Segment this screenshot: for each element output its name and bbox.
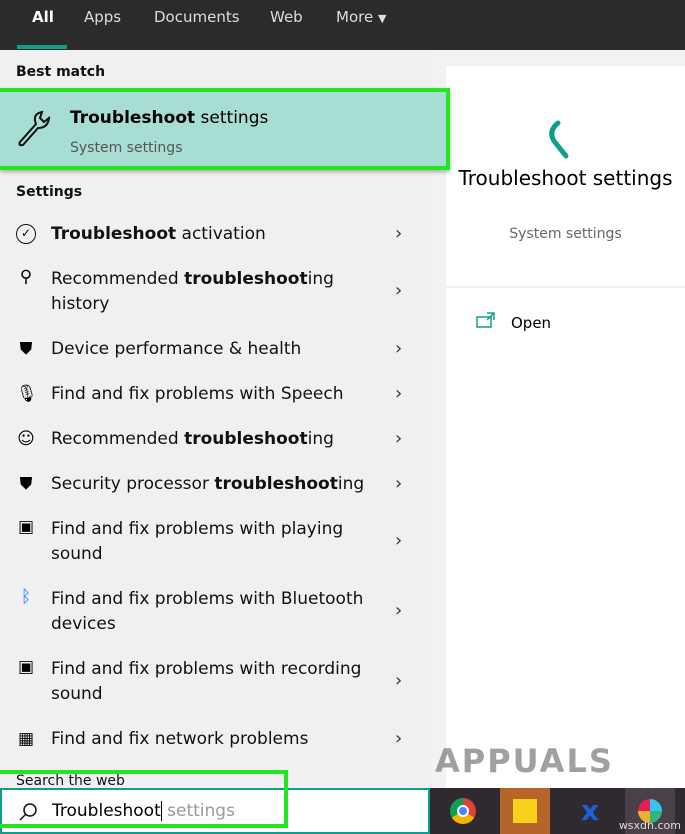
preview-panel: Troubleshoot settings System settings Op… (430, 50, 685, 788)
preview-actions: Open (446, 288, 685, 788)
settings-result-item[interactable]: ☺ Recommended troubleshooting › (0, 427, 430, 452)
search-highlight-box (0, 770, 288, 828)
best-subtitle: System settings (70, 140, 183, 156)
item-label-post: ing (337, 474, 365, 494)
preview-title: Troubleshoot settings (458, 166, 673, 190)
item-label-bold: Troubleshoot (51, 224, 177, 244)
item-label-post: ing (307, 429, 334, 449)
settings-result-item[interactable]: 🎙 Find and fix problems with Speech › (0, 382, 430, 407)
settings-result-item[interactable]: ▣ Find and fix problems with playing sou… (0, 517, 430, 567)
item-label-pre: Security processor (51, 474, 215, 494)
item-label-post: activation (176, 224, 266, 244)
wrench-icon (549, 120, 569, 159)
network-icon: ▦ (17, 729, 35, 749)
item-label-pre: Recommended (51, 269, 185, 289)
check-circle-icon: ✓ (16, 224, 36, 244)
recorder-icon: ▣ (17, 657, 35, 677)
preview-subtitle: System settings (509, 226, 622, 242)
settings-result-item[interactable]: ▣ Find and fix problems with recording s… (0, 657, 430, 707)
speaker-icon: ▣ (17, 517, 35, 537)
tab-documents[interactable]: Documents (154, 8, 240, 26)
appuals-watermark: APPUALS (435, 742, 614, 780)
item-label-pre: Find and fix network problems (51, 729, 309, 749)
settings-result-item[interactable]: ⛊ Device performance & health › (0, 337, 430, 362)
tab-more-label: More (336, 8, 374, 26)
wrench-icon: ⚲ (19, 267, 33, 287)
chevron-right-icon[interactable]: › (395, 383, 402, 404)
chrome-icon[interactable] (438, 788, 488, 834)
chevron-right-icon[interactable]: › (395, 473, 402, 494)
item-label-pre: Device performance & health (51, 339, 302, 359)
active-tab-indicator (17, 45, 67, 49)
preview-card: Troubleshoot settings System settings (446, 66, 685, 286)
shield-icon: ⛊ (19, 339, 33, 359)
item-label-pre: Find and fix problems with recording sou… (51, 659, 362, 704)
microphone-icon: 🎙 (16, 384, 38, 404)
chevron-right-icon[interactable]: › (395, 428, 402, 449)
chevron-right-icon[interactable]: › (395, 223, 402, 244)
settings-result-item[interactable]: ✓ Troubleshoot activation › (0, 222, 430, 247)
item-label-pre: Find and fix problems with Speech (51, 384, 344, 404)
taskbar: x wsxdn.com (430, 788, 685, 834)
best-title-rest: settings (195, 108, 269, 128)
chevron-right-icon[interactable]: › (395, 280, 402, 301)
sticky-notes-icon[interactable] (500, 788, 550, 834)
chevron-down-icon: ▼ (377, 12, 387, 25)
tab-all[interactable]: All (32, 8, 54, 26)
chevron-right-icon[interactable]: › (395, 338, 402, 359)
settings-result-item[interactable]: ⛊ Security processor troubleshooting › (0, 472, 430, 497)
chevron-right-icon[interactable]: › (395, 530, 402, 551)
open-action[interactable]: Open (476, 312, 656, 336)
item-label-pre: Find and fix problems with playing sound (51, 519, 344, 564)
site-watermark: wsxdn.com (618, 819, 681, 832)
bluetooth-icon: ᛒ (20, 587, 32, 607)
item-label-bold: troubleshoot (184, 269, 308, 289)
tab-apps[interactable]: Apps (84, 8, 121, 26)
chevron-right-icon[interactable]: › (395, 600, 402, 621)
settings-header: Settings (16, 184, 83, 200)
tab-web[interactable]: Web (270, 8, 303, 26)
open-label: Open (511, 314, 552, 332)
item-label-pre: Find and fix problems with Bluetooth dev… (51, 589, 364, 634)
chevron-right-icon[interactable]: › (395, 728, 402, 749)
item-label-bold: troubleshoot (184, 429, 308, 449)
settings-result-item[interactable]: ᛒ Find and fix problems with Bluetooth d… (0, 587, 430, 637)
settings-result-item[interactable]: ▦ Find and fix network problems › (0, 727, 430, 752)
tab-more[interactable]: More ▼ (336, 8, 386, 26)
best-match-header: Best match (16, 64, 106, 80)
item-label-pre: Recommended (51, 429, 185, 449)
best-title-bold: Troubleshoot (70, 108, 196, 128)
best-match-item[interactable]: Troubleshoot settings System settings (0, 88, 450, 170)
item-label-bold: troubleshoot (214, 474, 338, 494)
open-external-icon (476, 312, 495, 328)
person-chat-icon: ☺ (17, 429, 35, 449)
wrench-icon (18, 110, 50, 147)
shield-icon: ⛊ (19, 474, 33, 494)
chevron-right-icon[interactable]: › (395, 670, 402, 691)
search-tabs-bar: All Apps Documents Web More ▼ (0, 0, 685, 50)
app-x-icon[interactable]: x (565, 788, 615, 834)
settings-result-item[interactable]: ⚲ Recommended troubleshooting history › (0, 267, 430, 317)
